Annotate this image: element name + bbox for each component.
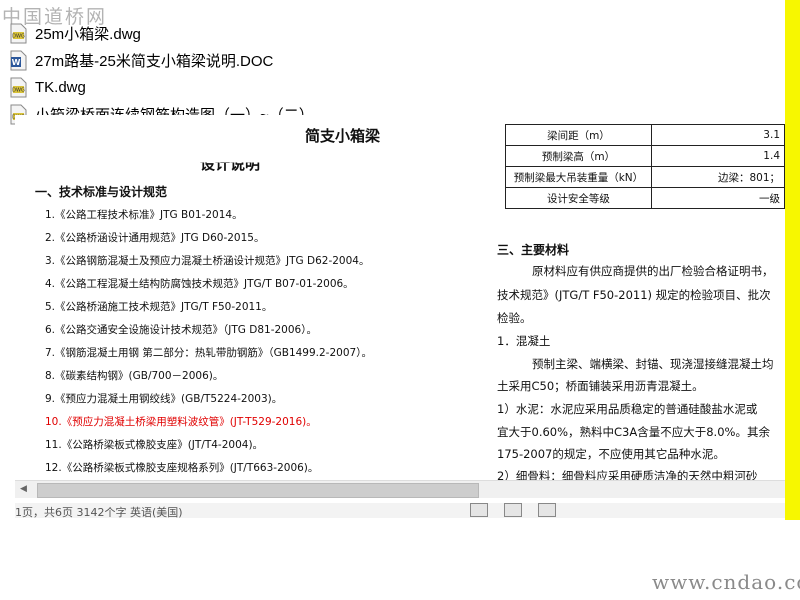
file-name: 27m路基-25米简支小箱梁说明.DOC <box>35 53 274 70</box>
word-file-icon: W <box>10 50 27 71</box>
paragraph-line: 175-2007的规定，不应使用其它品种水泥。 <box>497 447 725 461</box>
list-item-highlighted: 10.《预应力混凝土桥梁用塑料波纹管》(JT-T529-2016)。 <box>45 416 317 428</box>
paragraph-line: 土采用C50；桥面铺装采用沥青混凝土。 <box>497 379 704 393</box>
dwg-file-icon: DWG <box>10 23 27 44</box>
scrollbar-thumb[interactable] <box>37 483 479 498</box>
paragraph-line: 技术规范》(JTG/T F50-2011) 规定的检验项目、批次 <box>497 288 771 302</box>
read-mode-icon[interactable] <box>470 503 488 517</box>
table-cell-value: 3.1 <box>650 124 785 146</box>
table-row: 梁间距（m） 3.1 <box>505 124 785 146</box>
table-row: 预制梁高（m） 1.4 <box>505 145 785 167</box>
document-subtitle: 设计说明 <box>200 155 261 173</box>
print-layout-icon[interactable] <box>504 503 522 517</box>
file-item-dwg-1[interactable]: DWG 25m小箱梁.dwg <box>10 20 330 47</box>
view-mode-icons <box>470 503 556 517</box>
list-item: 6.《公路交通安全设施设计技术规范》（JTG D81-2006）。 <box>45 324 317 336</box>
file-list: DWG 25m小箱梁.dwg W 27m路基-25米简支小箱梁说明.DOC DW… <box>10 20 330 128</box>
spec-table: 梁间距（m） 3.1 预制梁高（m） 1.4 预制梁最大吊装重量（kN） 边梁：… <box>505 124 785 209</box>
list-item: 3.《公路钢筋混凝土及预应力混凝土桥涵设计规范》JTG D62-2004。 <box>45 255 370 267</box>
status-text: 1页，共6页 3142个字 英语(美国) <box>15 506 183 518</box>
list-item: 11.《公路桥梁板式橡胶支座》(JT/T4-2004)。 <box>45 439 264 451</box>
status-bar: 1页，共6页 3142个字 英语(美国) <box>15 503 785 518</box>
paragraph-line: 1）水泥：水泥应采用品质稳定的普通硅酸盐水泥或 <box>497 402 758 416</box>
dwg-file-icon: DWG <box>10 77 27 98</box>
file-name: 25m小箱梁.dwg <box>35 26 141 43</box>
list-item: 5.《公路桥涵施工技术规范》JTG/T F50-2011。 <box>45 301 273 313</box>
table-cell-value: 一级 <box>650 187 785 209</box>
scroll-left-arrow-icon[interactable]: ◀ <box>15 481 32 498</box>
table-cell-label: 预制梁最大吊装重量（kN） <box>505 166 652 188</box>
file-item-doc[interactable]: W 27m路基-25米简支小箱梁说明.DOC <box>10 47 330 74</box>
table-cell-label: 设计安全等级 <box>505 187 652 209</box>
web-layout-icon[interactable] <box>538 503 556 517</box>
list-item: 8.《碳素结构钢》(GB/700－2006)。 <box>45 370 224 382</box>
table-cell-label: 预制梁高（m） <box>505 145 652 167</box>
paragraph-line: 预制主梁、端横梁、封锚、现浇湿接缝混凝土均 <box>532 357 774 371</box>
document-title: 简支小箱梁 <box>305 127 381 145</box>
list-item: 7.《钢筋混凝土用钢 第二部分：热轧带肋钢筋》（GB1499.2-2007）。 <box>45 347 372 359</box>
svg-text:DWG: DWG <box>12 34 25 40</box>
paragraph-line: 2）细骨料：细骨料应采用硬质洁净的天然中粗河砂 <box>497 469 758 480</box>
file-item-dwg-2[interactable]: DWG TK.dwg <box>10 74 330 101</box>
list-item: 9.《预应力混凝土用钢绞线》(GB/T5224-2003)。 <box>45 393 283 405</box>
table-cell-value: 1.4 <box>650 145 785 167</box>
document-preview[interactable]: 简支小箱梁 设计说明 一、技术标准与设计规范 1.《公路工程技术标准》JTG B… <box>15 115 785 480</box>
paragraph-line: 原材料应有供应商提供的出厂检验合格证明书， <box>532 264 774 278</box>
table-row: 设计安全等级 一级 <box>505 187 785 209</box>
section1-heading: 一、技术标准与设计规范 <box>35 185 168 199</box>
table-cell-label: 梁间距（m） <box>505 124 652 146</box>
svg-text:W: W <box>12 58 21 67</box>
watermark-bottom-url: www.cndao.com <box>652 570 800 594</box>
paragraph-line: 宜大于0.60%，熟料中C3A含量不应大于8.0%。其余 <box>497 425 770 439</box>
list-item: 4.《公路工程混凝土结构防腐蚀技术规范》JTG/T B07-01-2006。 <box>45 278 354 290</box>
horizontal-scrollbar[interactable]: ◀ <box>15 480 785 498</box>
section3-heading: 三、主要材料 <box>497 243 570 257</box>
svg-text:DWG: DWG <box>12 88 25 94</box>
list-item: 12.《公路桥梁板式橡胶支座规格系列》(JT/T663-2006)。 <box>45 462 319 474</box>
paragraph-line: 检验。 <box>497 311 532 325</box>
list-item: 1.《公路工程技术标准》JTG B01-2014。 <box>45 209 243 221</box>
table-cell-value: 边梁：801； <box>650 166 785 188</box>
paragraph-line: 1．混凝土 <box>497 334 551 348</box>
list-item: 2.《公路桥涵设计通用规范》JTG D60-2015。 <box>45 232 265 244</box>
file-name: TK.dwg <box>35 79 86 96</box>
table-row: 预制梁最大吊装重量（kN） 边梁：801； <box>505 166 785 188</box>
standards-list: 1.《公路工程技术标准》JTG B01-2014。 2.《公路桥涵设计通用规范》… <box>45 204 372 480</box>
